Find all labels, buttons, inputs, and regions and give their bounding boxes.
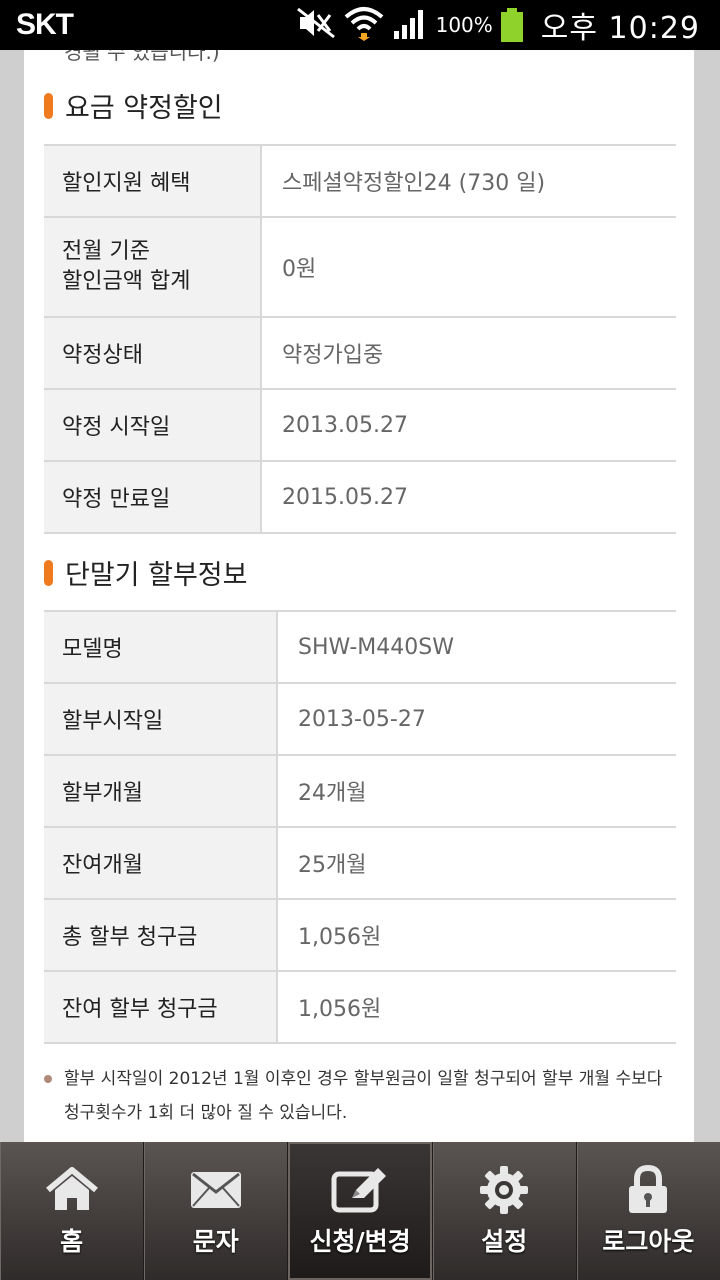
row-value: 0원 <box>261 216 676 318</box>
tab-settings[interactable]: 설정 <box>433 1142 577 1280</box>
table-row: 모델명 SHW-M440SW <box>44 610 676 684</box>
discount-section-title: 요금 약정할인 <box>44 86 223 125</box>
table-row: 총 할부 청구금 1,056원 <box>44 898 676 972</box>
table-row: 약정 만료일 2015.05.27 <box>44 460 676 534</box>
table-row: 약정상태 약정가입중 <box>44 316 676 390</box>
tab-label: 로그아웃 <box>602 1227 695 1256</box>
envelope-icon <box>189 1164 243 1216</box>
section-marker <box>44 92 53 119</box>
tab-label: 설정 <box>481 1227 528 1256</box>
tab-logout[interactable]: 로그아웃 <box>577 1142 720 1280</box>
row-value: 1,056원 <box>277 898 676 972</box>
note-bullet <box>44 1075 52 1083</box>
signal-icon <box>392 7 428 43</box>
battery-percent: 100% <box>435 13 493 37</box>
table-row: 할인지원 혜택 스페셜약정할인24 (730 일) <box>44 144 676 218</box>
row-label: 모델명 <box>44 610 278 684</box>
cut-off-text: 경될 수 있습니다.) <box>64 50 220 64</box>
table-row: 잔여개월 25개월 <box>44 826 676 900</box>
home-icon <box>44 1164 100 1216</box>
row-label: 약정 시작일 <box>44 388 262 462</box>
edit-icon <box>330 1164 390 1216</box>
installment-section-title: 단말기 할부정보 <box>44 553 247 592</box>
bottom-tab-bar: 홈 문자 신청/변경 설정 로그아웃 <box>0 1142 720 1280</box>
row-label: 전월 기준 할인금액 합계 <box>44 216 262 318</box>
row-label: 할인지원 혜택 <box>44 144 262 218</box>
row-value: 2015.05.27 <box>261 460 676 534</box>
row-label: 잔여개월 <box>44 826 278 900</box>
table-row: 할부개월 24개월 <box>44 754 676 828</box>
row-value: SHW-M440SW <box>277 610 676 684</box>
section-marker <box>44 559 53 586</box>
table-row: 잔여 할부 청구금 1,056원 <box>44 970 676 1044</box>
lock-icon <box>626 1164 670 1216</box>
table-row: 약정 시작일 2013.05.27 <box>44 388 676 462</box>
content-panel[interactable]: 경될 수 있습니다.) 요금 약정할인 할인지원 혜택 스페셜약정할인24 (7… <box>24 50 694 1142</box>
mute-icon <box>296 7 336 43</box>
row-label: 약정 만료일 <box>44 460 262 534</box>
row-label: 약정상태 <box>44 316 262 390</box>
table-row: 전월 기준 할인금액 합계 0원 <box>44 216 676 318</box>
tab-home[interactable]: 홈 <box>0 1142 145 1280</box>
note-text: 할부 시작일이 2012년 1월 이후인 경우 할부원금이 일할 청구되어 할부… <box>64 1069 663 1123</box>
clock: 오후 10:29 <box>540 11 700 46</box>
tab-label: 신청/변경 <box>309 1227 411 1256</box>
row-value: 2013.05.27 <box>261 388 676 462</box>
row-value: 1,056원 <box>277 970 676 1044</box>
row-label: 잔여 할부 청구금 <box>44 970 278 1044</box>
gear-icon <box>479 1164 529 1216</box>
row-value: 24개월 <box>277 754 676 828</box>
installment-note: 할부 시작일이 2012년 1월 이후인 경우 할부원금이 일할 청구되어 할부… <box>44 1062 674 1130</box>
discount-section-title-text: 요금 약정할인 <box>65 93 223 124</box>
tab-apply-change[interactable]: 신청/변경 <box>288 1142 433 1280</box>
row-label: 할부시작일 <box>44 682 278 756</box>
status-bar: SKT 100% 오후 10:29 <box>0 0 720 50</box>
wifi-icon <box>344 5 384 45</box>
row-value: 스페셜약정할인24 (730 일) <box>261 144 676 218</box>
row-value: 약정가입중 <box>261 316 676 390</box>
tab-label: 문자 <box>192 1227 239 1256</box>
battery-icon <box>500 8 523 42</box>
row-label: 총 할부 청구금 <box>44 898 278 972</box>
row-value: 25개월 <box>277 826 676 900</box>
tab-label: 홈 <box>60 1227 84 1256</box>
discount-table: 할인지원 혜택 스페셜약정할인24 (730 일) 전월 기준 할인금액 합계 … <box>44 144 676 534</box>
row-label: 할부개월 <box>44 754 278 828</box>
tab-messages[interactable]: 문자 <box>144 1142 289 1280</box>
table-row: 할부시작일 2013-05-27 <box>44 682 676 756</box>
row-value: 2013-05-27 <box>277 682 676 756</box>
carrier-label: SKT <box>16 8 74 41</box>
installment-table: 모델명 SHW-M440SW 할부시작일 2013-05-27 할부개월 24개… <box>44 610 676 1044</box>
installment-section-title-text: 단말기 할부정보 <box>65 560 248 591</box>
